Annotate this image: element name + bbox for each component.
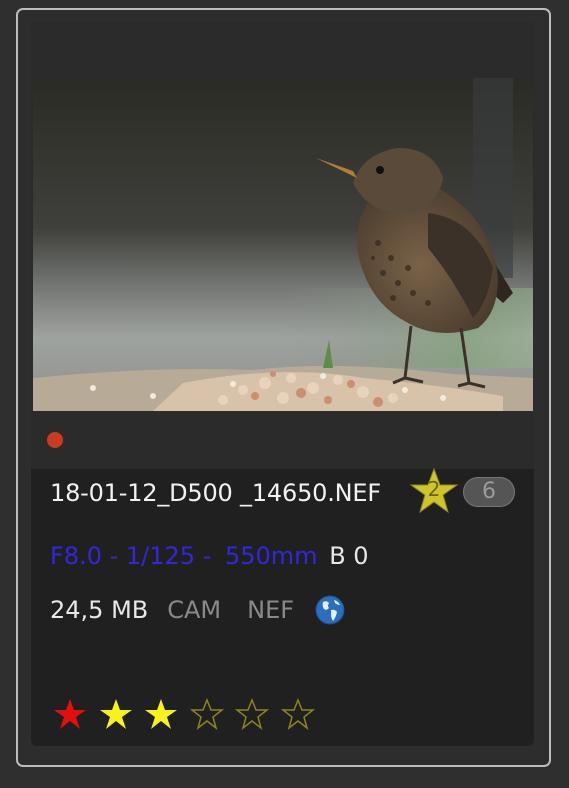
- image-card[interactable]: 18-01-12_D500 _14650.NEF 2 6 F8.0 - 1/12…: [31, 22, 534, 746]
- rating-star-1-icon[interactable]: [99, 698, 133, 730]
- rating-stars[interactable]: [53, 698, 326, 730]
- exif-focal-length: 550mm: [224, 542, 318, 570]
- rating-star-2-icon[interactable]: [144, 698, 178, 730]
- exif-aperture-shutter: F8.0 - 1/125 -: [50, 542, 219, 570]
- tag-format: NEF: [247, 596, 295, 624]
- star-badge-icon[interactable]: 2: [409, 467, 459, 514]
- badge-number: 2: [427, 477, 441, 501]
- rating-star-4-icon[interactable]: [235, 698, 269, 730]
- exif-extra: B 0: [329, 542, 369, 570]
- reject-star-icon[interactable]: [53, 698, 87, 730]
- version-count-badge[interactable]: 6: [463, 477, 515, 507]
- exif-line: F8.0 - 1/125 - 550mm B 0: [50, 542, 369, 570]
- bird-photo: [33, 78, 533, 411]
- globe-icon[interactable]: [314, 594, 346, 626]
- file-info-line: 24,5 MB CAM NEF: [50, 594, 346, 626]
- rating-star-5-icon[interactable]: [280, 698, 315, 730]
- photo-thumbnail[interactable]: [33, 78, 533, 411]
- rating-star-3-icon[interactable]: [189, 698, 224, 730]
- color-label-dot[interactable]: [47, 432, 63, 448]
- file-name: 18-01-12_D500 _14650.NEF: [50, 479, 381, 507]
- tag-cam: CAM: [167, 596, 222, 624]
- file-size: 24,5 MB: [50, 596, 149, 624]
